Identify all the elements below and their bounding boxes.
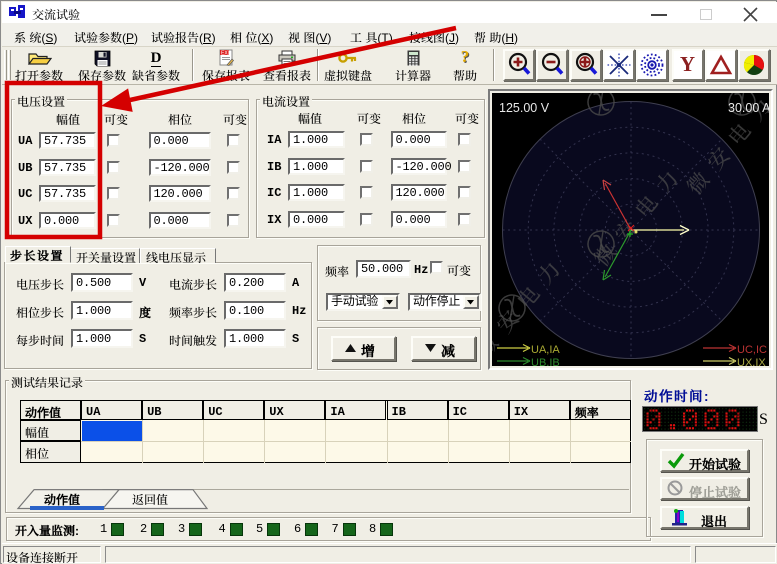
svg-text:UC,IC: UC,IC	[737, 344, 767, 356]
svg-text:30.00 A: 30.00 A	[728, 101, 769, 115]
svg-text:UB,IB: UB,IB	[531, 357, 560, 366]
svg-text:UX,IX: UX,IX	[737, 357, 766, 366]
svg-text:125.00 V: 125.00 V	[499, 101, 550, 115]
svg-text:UA,IA: UA,IA	[531, 344, 560, 356]
svg-text:EXL: EXL	[221, 51, 231, 57]
